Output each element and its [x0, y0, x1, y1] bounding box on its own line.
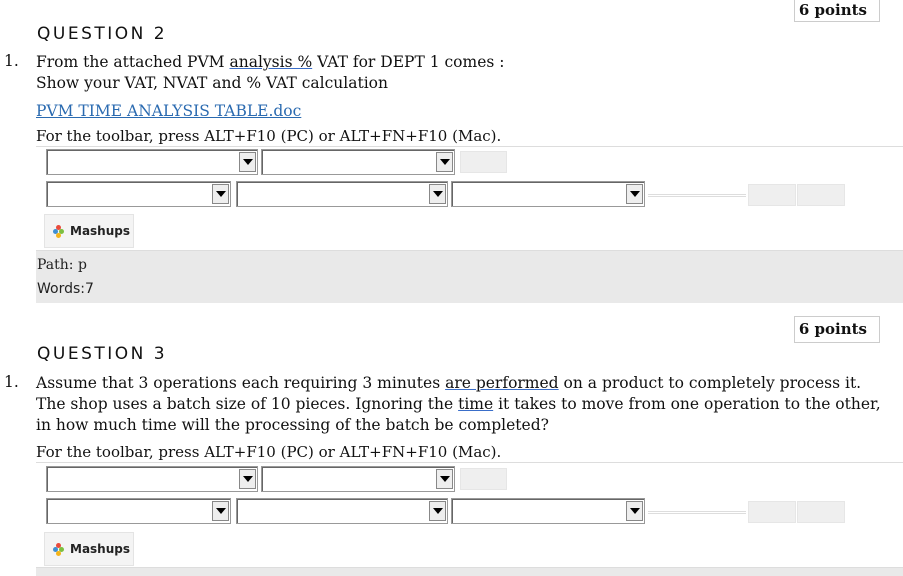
toolbar-button-placeholder[interactable]: [460, 151, 507, 173]
toolbar-separator: [648, 511, 746, 514]
chevron-down-icon[interactable]: [429, 184, 446, 204]
font-family-select[interactable]: [261, 466, 455, 492]
question-text-part: From the attached PVM: [36, 53, 230, 71]
toolbar-button-placeholder[interactable]: [797, 184, 845, 206]
chevron-down-icon[interactable]: [626, 184, 643, 204]
highlight-select[interactable]: [451, 498, 645, 524]
spellcheck-word: are performed: [445, 374, 559, 392]
chevron-down-icon[interactable]: [239, 469, 256, 489]
toolbar-hint: For the toolbar, press ALT+F10 (PC) or A…: [36, 443, 502, 461]
toolbar-hint: For the toolbar, press ALT+F10 (PC) or A…: [36, 127, 502, 145]
question-text-line: Show your VAT, NVAT and % VAT calculatio…: [36, 74, 388, 92]
paragraph-format-select[interactable]: [46, 149, 258, 175]
toolbar-button-placeholder[interactable]: [748, 184, 796, 206]
words-value: 7: [85, 281, 94, 297]
mashups-label: Mashups: [70, 542, 130, 556]
chevron-down-icon[interactable]: [436, 469, 453, 489]
chevron-down-icon[interactable]: [626, 501, 643, 521]
chevron-down-icon[interactable]: [212, 501, 229, 521]
mashups-button[interactable]: Mashups: [44, 214, 134, 248]
word-count: Words:7: [37, 281, 94, 297]
path-indicator: Path: p: [37, 257, 87, 273]
mashups-icon: [53, 225, 65, 238]
text-color-select[interactable]: [236, 181, 448, 207]
font-family-select[interactable]: [261, 149, 455, 175]
mashups-label: Mashups: [70, 224, 130, 238]
highlight-select[interactable]: [451, 181, 645, 207]
toolbar-button-placeholder[interactable]: [797, 501, 845, 523]
chevron-down-icon[interactable]: [212, 184, 229, 204]
editor-border: [36, 462, 903, 463]
text-color-select[interactable]: [236, 498, 448, 524]
points-badge: 6 points: [793, 316, 880, 343]
font-size-select[interactable]: [46, 181, 231, 207]
question-text: Assume that 3 operations each requiring …: [36, 373, 886, 436]
words-label: Words:: [37, 281, 85, 297]
question-title: QUESTION 2: [37, 24, 168, 44]
mashups-button[interactable]: Mashups: [44, 532, 134, 566]
mashups-icon: [53, 543, 65, 556]
question-text-part: Assume that 3 operations each requiring …: [36, 374, 446, 392]
toolbar-separator: [648, 194, 746, 197]
question-number: 1.: [4, 373, 19, 391]
path-value[interactable]: p: [78, 257, 87, 273]
points-badge: 6 points: [793, 0, 880, 22]
attachment-link[interactable]: PVM TIME ANALYSIS TABLE.doc: [36, 102, 301, 120]
toolbar-button-placeholder[interactable]: [460, 468, 507, 490]
question-title: QUESTION 3: [37, 344, 168, 364]
chevron-down-icon[interactable]: [429, 501, 446, 521]
spellcheck-word: analysis %: [229, 53, 313, 71]
chevron-down-icon[interactable]: [239, 152, 256, 172]
font-size-select[interactable]: [46, 498, 231, 524]
editor-border: [36, 146, 903, 147]
path-label: Path:: [37, 257, 74, 273]
spellcheck-word: time: [458, 395, 494, 413]
paragraph-format-select[interactable]: [46, 466, 258, 492]
toolbar-button-placeholder[interactable]: [748, 501, 796, 523]
question-number: 1.: [4, 52, 19, 70]
chevron-down-icon[interactable]: [436, 152, 453, 172]
question-text-part: VAT for DEPT 1 comes :: [312, 53, 505, 71]
question-text: From the attached PVM analysis % VAT for…: [36, 52, 886, 94]
editor-status-bar: [36, 250, 903, 303]
